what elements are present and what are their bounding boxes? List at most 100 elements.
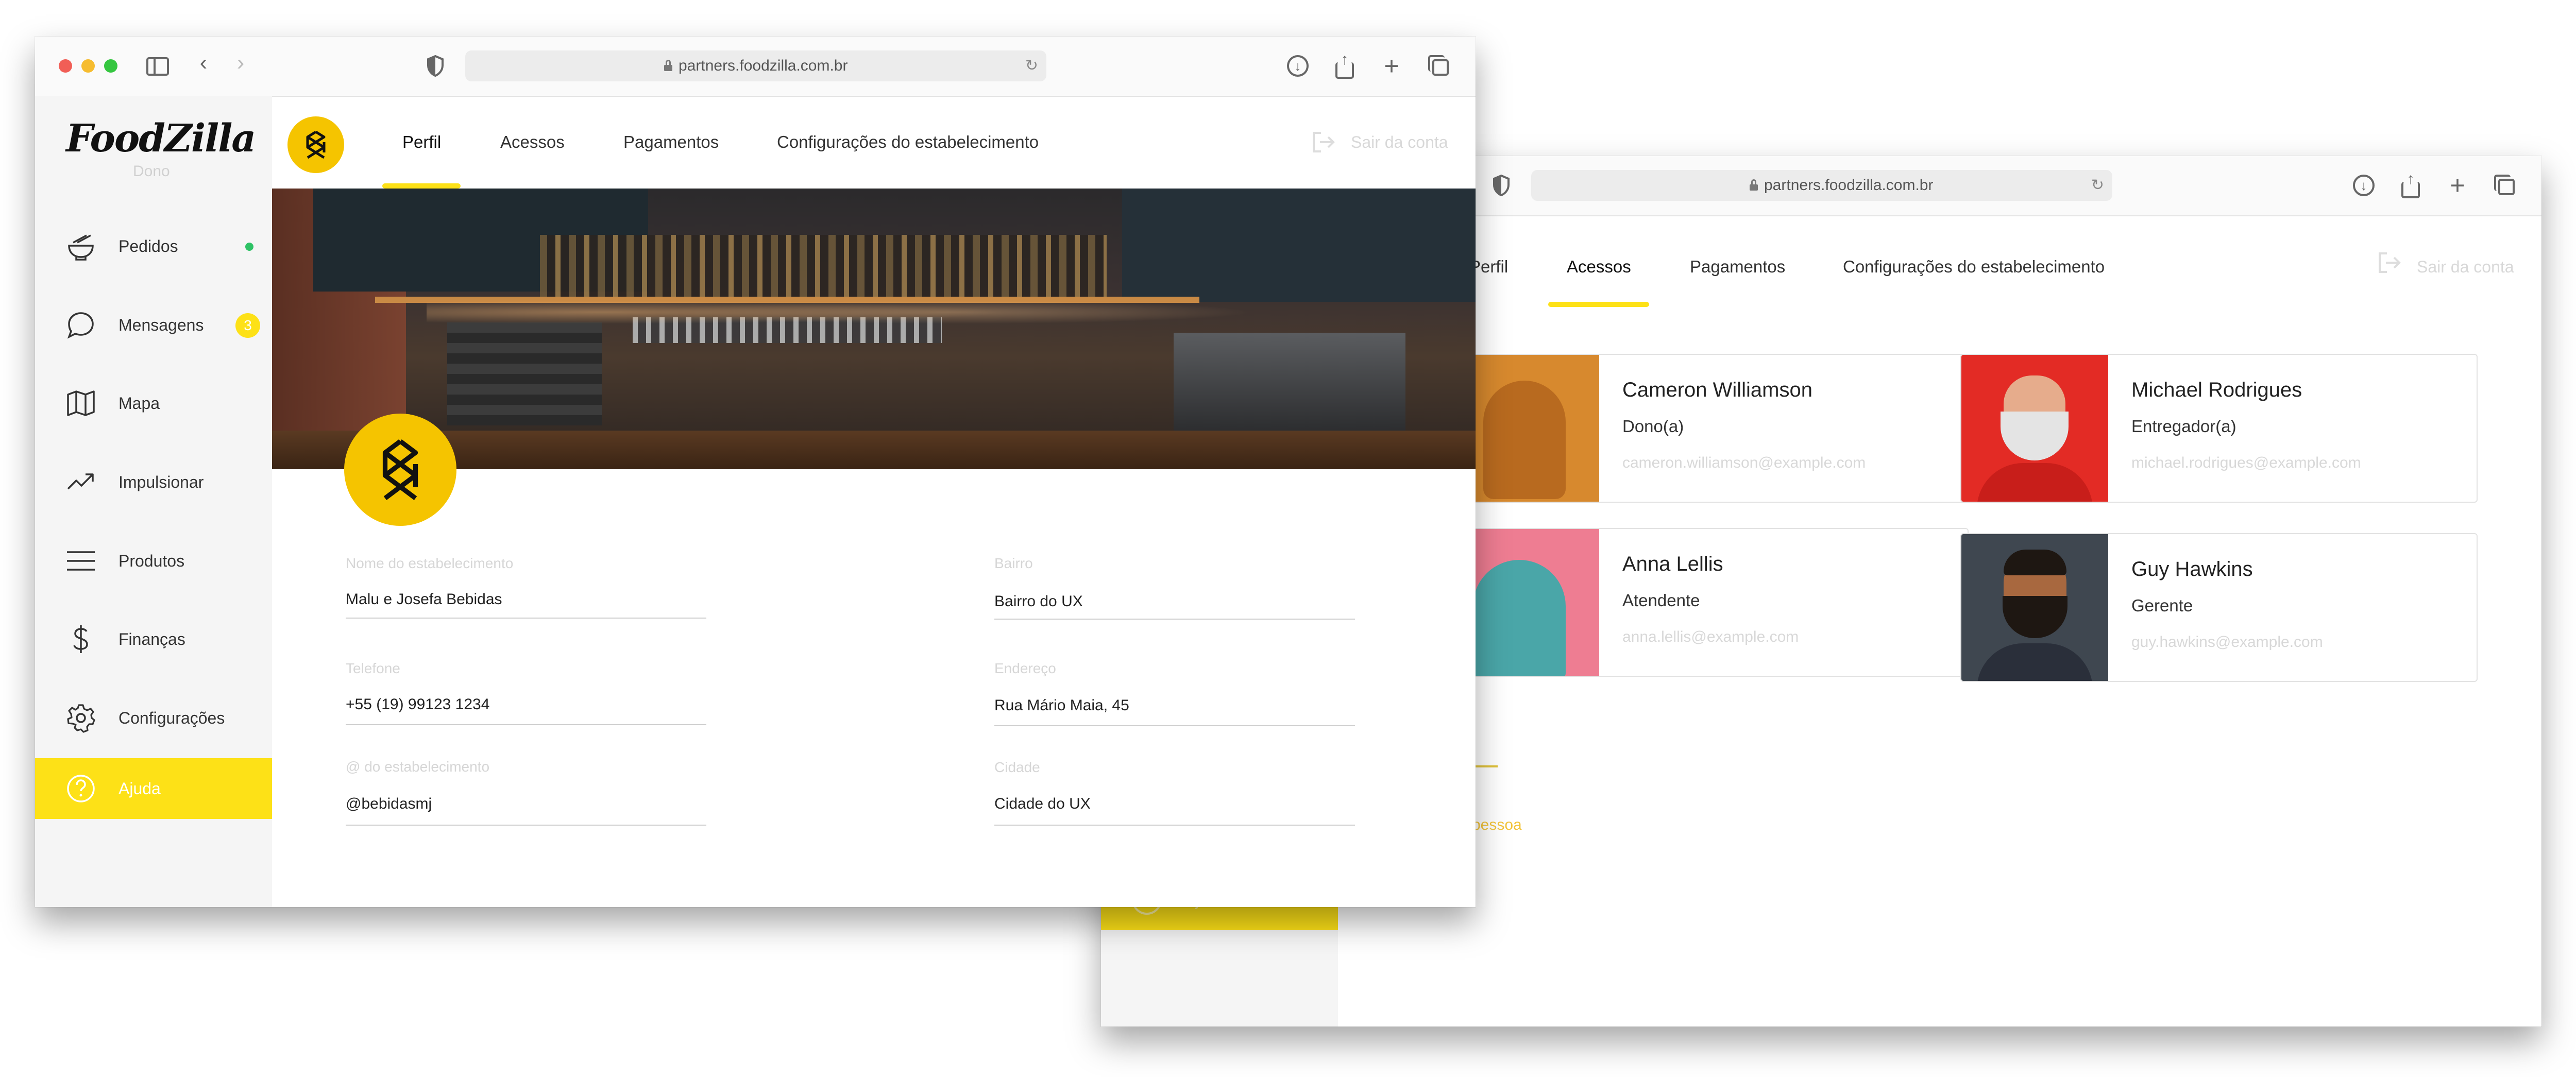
avatar-beard [2001,412,2069,460]
avatar [1961,355,2108,502]
telefone-field[interactable]: +55 (19) 99123 1234 [346,696,489,713]
online-status-dot [245,243,253,251]
tab-perfil[interactable]: Perfil [402,96,441,189]
card-name: Guy Hawkins [2131,558,2253,580]
sidebar-item-mapa[interactable]: Mapa [35,373,272,434]
nome-field[interactable]: Malu e Josefa Bebidas [346,591,502,608]
avatar-figure [1483,381,1566,499]
sidebar-item-ajuda[interactable]: Ajuda [35,758,272,819]
sidebar-item-impulsionar[interactable]: Impulsionar [35,452,272,512]
map-icon [67,390,95,416]
share-arrow-icon: ↑ [2406,170,2415,187]
user-role: Dono [133,163,170,180]
active-tab-indicator [1548,302,1649,307]
unread-count-badge: 3 [235,313,260,338]
url-text: partners.foodzilla.com.br [1764,177,1934,194]
sidebar-item-pedidos[interactable]: Pedidos [35,216,272,277]
card-name: Anna Lellis [1622,553,1723,575]
sidebar-item-produtos[interactable]: Produtos [35,531,272,591]
back-arrow-icon[interactable]: ‹ [193,52,214,74]
add-person-link[interactable]: pessoa [1472,816,1522,834]
sidebar-item-label: Mensagens [118,316,204,334]
sidebar-item-configuracoes[interactable]: Configurações [35,688,272,748]
telefone-label: Telefone [346,660,400,676]
bairro-field[interactable]: Bairro do UX [994,593,1083,610]
lock-icon [1750,179,1758,191]
sidebar-item-label: Mapa [118,394,160,413]
arroba-underline [346,825,706,826]
card-role: Gerente [2131,596,2193,615]
store-logo-icon [306,131,326,159]
new-tab-icon[interactable]: + [1381,53,1402,79]
lock-icon [664,60,672,71]
access-card[interactable]: Michael Rodrigues Entregador(a) michael.… [1960,354,2478,503]
share-arrow-icon: ↑ [1341,51,1349,68]
access-card[interactable]: Guy Hawkins Gerente guy.hawkins@example.… [1960,533,2478,682]
sidebar-item-label: Produtos [118,552,185,570]
avatar-figure [1473,560,1566,676]
access-card[interactable]: Cameron Williamson Dono(a) cameron.willi… [1451,354,1969,503]
privacy-shield-icon[interactable] [1493,175,1510,196]
logout-link[interactable]: Sair da conta [2417,215,2514,318]
sidebar-item-mensagens[interactable]: Mensagens 3 [35,295,272,355]
store-avatar[interactable] [287,116,344,173]
cover-lights [427,292,1302,333]
chat-icon [67,312,94,339]
card-email: cameron.williamson@example.com [1622,454,1866,471]
sidebar-item-label: Ajuda [118,779,161,798]
cover-photo[interactable] [272,189,1476,469]
tab-pagamentos[interactable]: Pagamentos [623,96,719,189]
avatar [1961,534,2108,681]
reload-icon[interactable]: ↻ [1025,58,1038,74]
dollar-icon [73,625,88,653]
browser-window-perfil: ‹ › partners.foodzilla.com.br ↻ ↓ ↑ + Fo… [35,37,1476,907]
maximize-window-button[interactable] [104,59,117,73]
gear-icon [67,704,95,733]
logout-link[interactable]: Sair da conta [1351,96,1448,189]
sidebar-bottom [1101,930,1338,1027]
sidebar-item-label: Impulsionar [118,473,204,491]
close-window-button[interactable] [59,59,72,73]
url-text: partners.foodzilla.com.br [679,57,848,74]
sidebar-toggle-icon[interactable] [146,57,169,76]
bowl-icon [68,234,94,261]
tab-pagamentos[interactable]: Pagamentos [1690,215,1785,318]
address-bar[interactable]: partners.foodzilla.com.br ↻ [1531,170,2112,201]
bairro-underline [994,619,1355,620]
sidebar-item-label: Finanças [118,630,185,648]
tabs-overview-back-icon [1428,55,1445,72]
reload-icon[interactable]: ↻ [2091,178,2104,193]
endereco-underline [994,725,1355,726]
tab-acessos[interactable]: Acessos [500,96,565,189]
cidade-field[interactable]: Cidade do UX [994,795,1091,813]
cover-coffee-machines [1174,333,1405,436]
cover-bar-cabinet [447,322,602,425]
store-logo-icon [382,439,418,500]
access-card[interactable]: Anna Lellis Atendente anna.lellis@exampl… [1451,528,1969,677]
trend-icon [67,473,94,490]
menu-icon [67,551,95,571]
card-name: Michael Rodrigues [2131,379,2302,401]
card-name: Cameron Williamson [1622,379,1812,401]
cidade-underline [994,825,1355,826]
address-bar[interactable]: partners.foodzilla.com.br ↻ [465,50,1046,81]
forward-arrow-icon[interactable]: › [230,52,251,74]
store-profile-logo[interactable] [344,414,456,526]
new-tab-icon[interactable]: + [2447,173,2468,198]
sidebar-item-financas[interactable]: Finanças [35,609,272,670]
nome-underline [346,618,706,619]
app-logo[interactable]: FoodZilla [66,116,256,161]
cover-bottles-top [540,235,1107,297]
minimize-window-button[interactable] [81,59,95,73]
active-tab-indicator [382,183,461,189]
endereco-field[interactable]: Rua Mário Maia, 45 [994,697,1129,714]
logout-icon[interactable] [1312,131,1336,153]
arroba-field[interactable]: @bebidasmj [346,795,432,813]
tab-configuracoes[interactable]: Configurações do estabelecimento [777,96,1039,189]
tab-configuracoes[interactable]: Configurações do estabelecimento [1843,215,2105,318]
bairro-label: Bairro [994,555,1033,571]
sidebar: FoodZilla Dono Pedidos Mensagens 3 Mapa [35,96,272,907]
privacy-shield-icon[interactable] [427,55,444,77]
logout-icon[interactable] [2378,251,2402,274]
card-role: Entregador(a) [2131,417,2236,436]
